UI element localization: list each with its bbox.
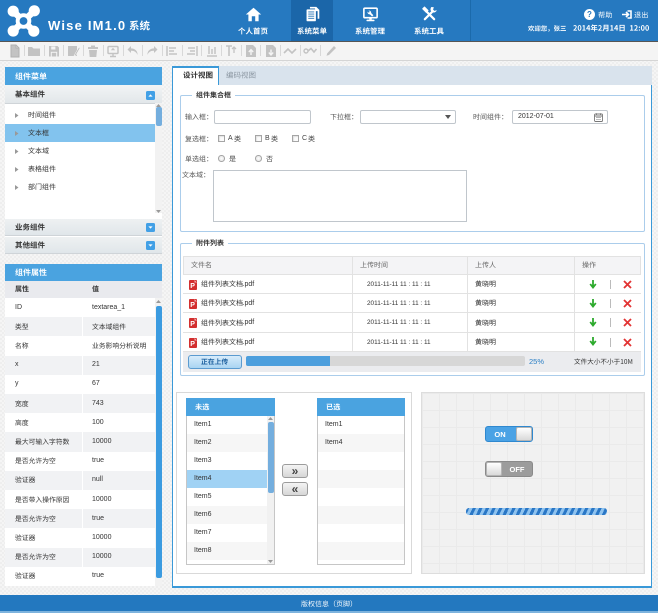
svg-text:P: P: [190, 283, 195, 290]
svg-text:P: P: [190, 302, 195, 309]
svg-text:P: P: [190, 341, 195, 348]
svg-text:?: ?: [587, 10, 592, 19]
svg-text:P: P: [190, 321, 195, 328]
